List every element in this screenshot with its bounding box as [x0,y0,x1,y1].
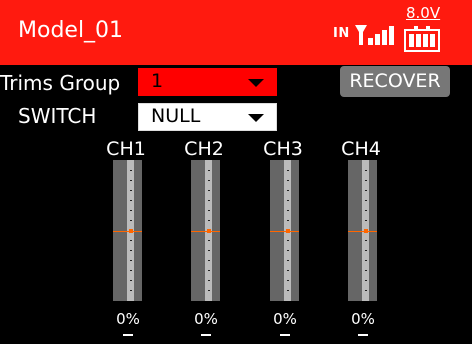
trim-position-marker [129,229,133,233]
trim-tick [130,280,132,281]
trim-tick [208,170,210,171]
trim-indicator-ch1 [123,334,133,336]
trim-tick [130,170,132,171]
trim-bar-ch4[interactable] [348,160,377,301]
trim-percent-ch3: 0% [273,310,297,328]
trim-tick [287,200,289,201]
trim-bar-ch3[interactable] [270,160,299,301]
trim-tick [287,210,289,211]
trim-position-marker [286,229,290,233]
chevron-down-icon [248,79,264,87]
trim-tick [365,270,367,271]
trim-tick [130,290,132,291]
trim-tick [208,220,210,221]
trim-tick [130,200,132,201]
trim-tick [208,290,210,291]
trim-tick [365,200,367,201]
trim-tick [365,220,367,221]
trim-tick [287,180,289,181]
trim-tick [130,180,132,181]
trim-tick [365,170,367,171]
trim-tick [287,190,289,191]
trim-tick [287,270,289,271]
trim-tick [287,260,289,261]
trim-bar-ch1[interactable] [113,160,142,301]
trim-tick [287,290,289,291]
trim-bar-ch2[interactable] [191,160,220,301]
trim-center-line [113,231,142,232]
trim-tick [287,240,289,241]
trim-indicator-ch4 [358,334,368,336]
channel-label-ch1: CH1 [106,138,146,160]
trim-tick [365,290,367,291]
channel-label-ch2: CH2 [184,138,224,160]
trim-tick [208,240,210,241]
channel-label-ch4: CH4 [341,138,381,160]
trim-tick [130,220,132,221]
trims-group-dropdown[interactable]: 1 [138,68,277,96]
trim-tick [287,280,289,281]
trim-tick [365,260,367,261]
trims-group-label: Trims Group [0,71,121,95]
trim-percent-ch2: 0% [194,310,218,328]
recover-button[interactable]: RECOVER [340,66,450,97]
trim-tick [365,280,367,281]
switch-value: NULL [151,105,201,127]
trim-tick [287,220,289,221]
signal-strength-icon [355,25,394,45]
trim-tick [208,180,210,181]
trim-tick [287,170,289,171]
trim-tick [365,250,367,251]
trim-tick [208,200,210,201]
trim-tick [208,260,210,261]
trim-tick [130,190,132,191]
battery-voltage: 8.0V [406,4,441,22]
trim-tick [208,210,210,211]
trim-tick [287,250,289,251]
trim-tick [208,280,210,281]
trim-tick [130,210,132,211]
header-bar: Model_01 IN 8.0V [0,0,472,65]
trim-tick [130,270,132,271]
trim-percent-ch1: 0% [116,310,140,328]
switch-label: SWITCH [18,104,97,128]
trim-tick [130,240,132,241]
trim-tick [130,260,132,261]
trim-tick [208,190,210,191]
trim-tick [365,190,367,191]
trim-position-marker [207,229,211,233]
channel-label-ch3: CH3 [263,138,303,160]
trims-group-value: 1 [151,70,164,92]
trim-tick [365,180,367,181]
signal-label: IN [333,26,350,41]
model-title: Model_01 [18,18,124,43]
trim-tick [365,210,367,211]
trim-tick [130,250,132,251]
trim-center-line [191,231,220,232]
chevron-down-icon [248,114,264,122]
trim-center-line [270,231,299,232]
trim-tick [208,250,210,251]
trim-tick [365,240,367,241]
trim-indicator-ch3 [280,334,290,336]
trim-percent-ch4: 0% [351,310,375,328]
trim-position-marker [364,229,368,233]
battery-icon [404,26,440,52]
switch-dropdown[interactable]: NULL [138,103,277,131]
trim-center-line [348,231,377,232]
trim-tick [208,270,210,271]
trim-indicator-ch2 [201,334,211,336]
